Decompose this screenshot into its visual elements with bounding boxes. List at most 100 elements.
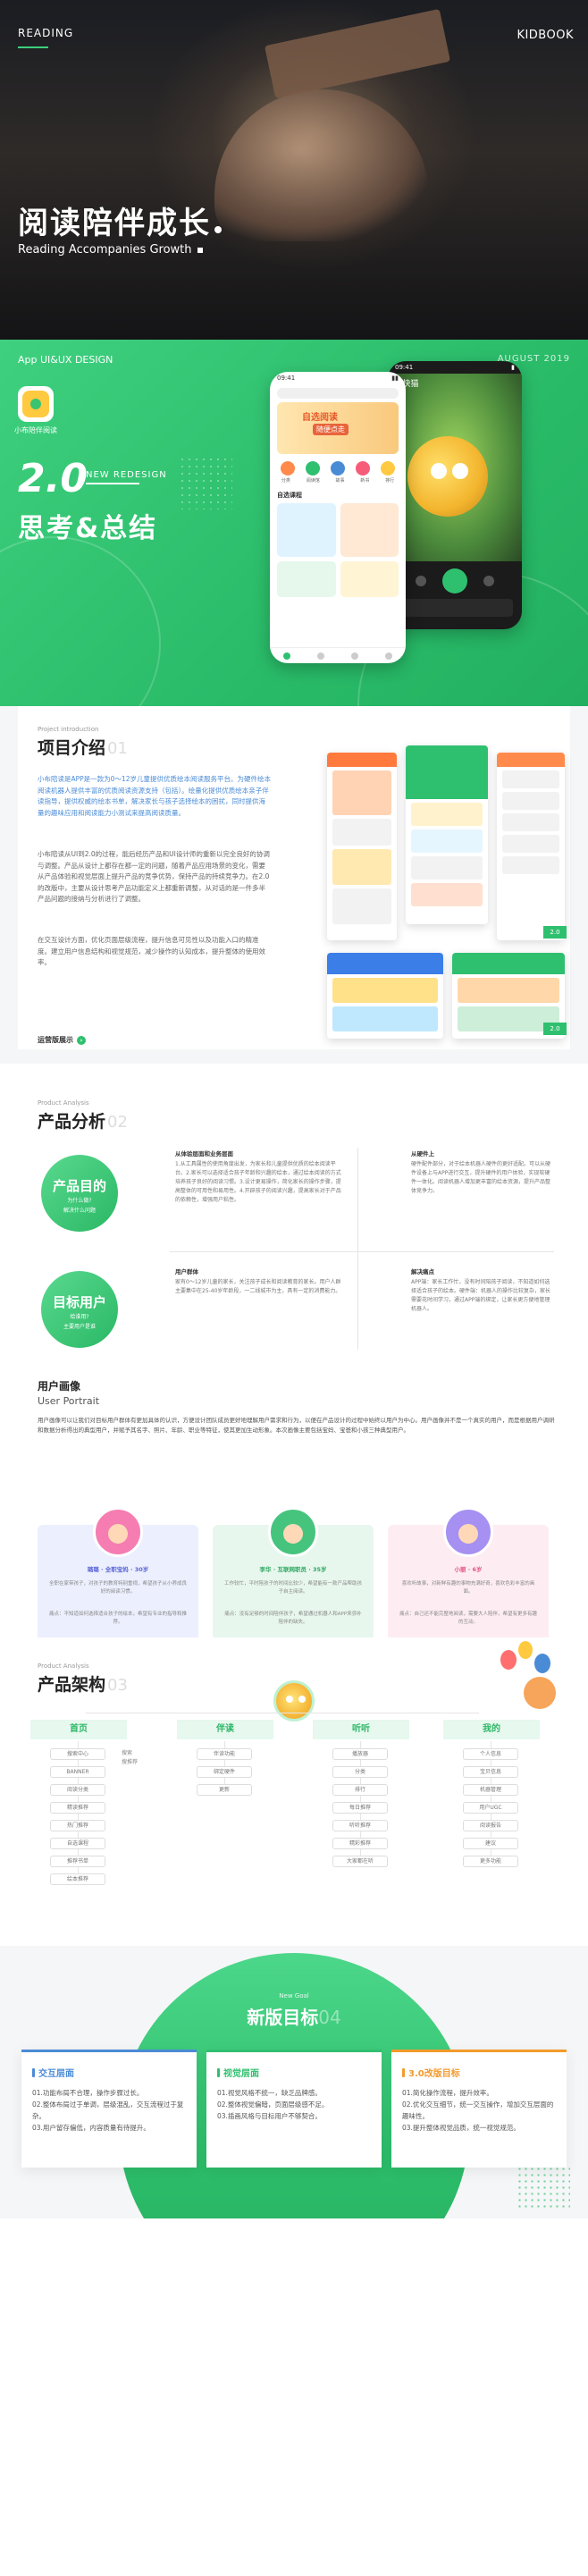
persona-name: 小丽 · 6岁 bbox=[454, 1566, 483, 1573]
hero-section: READING KIDBOOK 阅读陪伴成长 Reading Accompani… bbox=[0, 0, 588, 340]
intro-title-text: 项目介绍 bbox=[38, 738, 106, 758]
course-card[interactable] bbox=[277, 503, 336, 557]
goal-card-interaction: 交互层面 01.功能布局不合理，操作步骤过长。 02.整体布局过于单调，层级混乱… bbox=[21, 2050, 197, 2168]
goals-number: 04 bbox=[318, 2007, 341, 2028]
persona-bio: 全职在家带孩子，对孩子的教育特别重视，希望孩子从小养成良好的阅读习惯。 bbox=[48, 1581, 187, 1595]
col1-head: 从体验层面和业务层面 bbox=[175, 1150, 233, 1158]
persona-name: 李华 · 互联网职员 · 35岁 bbox=[259, 1566, 327, 1573]
arch-node: BANNER bbox=[50, 1766, 105, 1778]
arrow-right-icon: › bbox=[77, 1035, 86, 1045]
home-banner-title: 自选阅读 bbox=[302, 413, 338, 423]
arch-node: 热门推荐 bbox=[50, 1820, 105, 1831]
intro-paragraph-3: 在交互设计方面，优化页面层级流程，提升信息可见性以及功能入口的精准度。建立用户信… bbox=[38, 936, 265, 966]
home-banner[interactable]: 自选阅读 随便点走 bbox=[277, 402, 399, 454]
target-sub-1: 给谁用? bbox=[70, 1314, 89, 1320]
home-course-cards bbox=[277, 503, 399, 557]
target-title: 目标用户 bbox=[52, 1294, 106, 1310]
analysis-col-1: 从体验层面和业务层面 1.从工具属性的使用角度出发，为家长和儿童提供优质的绘本阅… bbox=[175, 1149, 345, 1205]
category-icon[interactable] bbox=[306, 461, 320, 476]
goal-line: 03.提升整体视觉品质，统一视觉规范。 bbox=[402, 2124, 520, 2132]
balloon-image bbox=[534, 1654, 550, 1673]
product-architecture-section: Product Analysis 产品架构 03 首页 搜索中心 BANNER 阅读分类… bbox=[0, 1637, 588, 1946]
category-label: 故事 bbox=[335, 478, 345, 484]
goals-title: 新版目标04 bbox=[0, 2003, 588, 2029]
balloon-image bbox=[500, 1650, 517, 1670]
tab-read-icon[interactable] bbox=[317, 652, 324, 660]
arch-node: 用户UGC bbox=[463, 1802, 518, 1814]
category-icon[interactable] bbox=[356, 461, 370, 476]
screenshot-1 bbox=[327, 753, 397, 940]
analysis-small-label: Product Analysis bbox=[38, 1099, 89, 1107]
arch-node: 推荐书单 bbox=[50, 1856, 105, 1867]
tab-listen-icon[interactable] bbox=[351, 652, 358, 660]
col4-head: 解决痛点 bbox=[411, 1268, 434, 1275]
arch-node: 绑定硬件 bbox=[197, 1766, 252, 1778]
hero-title-text: 阅读陪伴成长 bbox=[18, 206, 211, 241]
goals-small-label: New Goal bbox=[279, 1992, 309, 1999]
arch-node: 自选课程 bbox=[50, 1838, 105, 1849]
operation-version-link[interactable]: 运营版展示 › bbox=[38, 1035, 86, 1045]
arch-node: 个人信息 bbox=[463, 1748, 518, 1760]
arch-node: 更多功能 bbox=[463, 1856, 518, 1867]
arch-node: 每日推荐 bbox=[332, 1802, 388, 1814]
target-sub-2: 主要用户是谁 bbox=[63, 1324, 96, 1330]
arch-title-text: 产品架构 bbox=[38, 1675, 106, 1695]
status-time: 09:41 bbox=[277, 375, 296, 382]
app-design-label: App UI&UX DESIGN bbox=[18, 354, 113, 366]
persona-pain: 痛点：没有足够的时间陪伴孩子，希望通过机器人和APP来弥补陪伴的缺失。 bbox=[224, 1612, 362, 1625]
analysis-title-text: 产品分析 bbox=[38, 1112, 106, 1132]
category-icon[interactable] bbox=[331, 461, 345, 476]
prev-icon[interactable] bbox=[416, 576, 426, 586]
analysis-number: 02 bbox=[107, 1113, 128, 1132]
player-controls bbox=[388, 568, 522, 593]
goal-card-title: 视觉层面 bbox=[223, 2069, 259, 2079]
hero-title: 阅读陪伴成长 bbox=[18, 198, 222, 242]
col4-text: APP端：家长工作忙，没有时间陪孩子阅读，不知道如何选择适合孩子的绘本。硬件端：… bbox=[411, 1279, 551, 1312]
goal-card-text: 01.功能布局不合理，操作步骤过长。 02.整体布局过于单调，层级混乱，交互流程… bbox=[32, 2087, 186, 2134]
more-link-text: 运营版展示 bbox=[38, 1036, 73, 1044]
category-label: 分类 bbox=[281, 478, 290, 484]
course-card[interactable] bbox=[340, 503, 399, 557]
arch-node: 建议 bbox=[463, 1838, 518, 1849]
tab-mine-icon[interactable] bbox=[385, 652, 392, 660]
tab-home-icon[interactable] bbox=[283, 652, 290, 660]
home-category-labels: 分类 阅读馆 故事 新书 排行 bbox=[273, 477, 402, 484]
arch-small-label: Product Analysis bbox=[38, 1663, 89, 1670]
arch-node: 宝贝信息 bbox=[463, 1766, 518, 1778]
reading-underline bbox=[18, 46, 48, 48]
category-label: 排行 bbox=[385, 478, 395, 484]
arch-node: 精读推荐 bbox=[50, 1802, 105, 1814]
arch-node: 分类 bbox=[332, 1766, 388, 1778]
hero-subtitle: Reading Accompanies Growth bbox=[18, 243, 203, 257]
home-category-icons bbox=[275, 461, 400, 476]
goals-title-text: 新版目标 bbox=[247, 2007, 319, 2028]
player-mini-bar[interactable] bbox=[397, 599, 513, 617]
home-search-bar[interactable] bbox=[277, 388, 399, 399]
goal-line: 01.功能布局不合理，操作步骤过长。 bbox=[32, 2089, 144, 2097]
duck-mascot-icon bbox=[273, 1680, 315, 1722]
goal-card-text: 01.简化操作流程，提升效率。 02.优化交互细节，统一交互操作，增加交互层面的… bbox=[402, 2087, 556, 2134]
intro-title: 项目介绍 01 bbox=[38, 735, 128, 759]
arch-node: 更新 bbox=[197, 1784, 252, 1796]
next-icon[interactable] bbox=[483, 576, 494, 586]
dot-pattern bbox=[179, 456, 232, 509]
goal-line: 01.简化操作流程，提升效率。 bbox=[402, 2089, 493, 2097]
category-icon[interactable] bbox=[281, 461, 295, 476]
phone-mockup-player: 09:41 ▮ ‹ 快猫 bbox=[388, 361, 522, 629]
goal-card-title: 3.0改版目标 bbox=[408, 2069, 460, 2079]
home-banner-tag: 随便点走 bbox=[313, 424, 349, 435]
play-icon[interactable] bbox=[442, 568, 467, 593]
arch-node: 精彩推荐 bbox=[332, 1838, 388, 1849]
home-course-cards-2 bbox=[277, 561, 399, 597]
arch-node: 播放器 bbox=[332, 1748, 388, 1760]
arch-node: 搜索中心 bbox=[50, 1748, 105, 1760]
avatar bbox=[443, 1507, 493, 1557]
category-icon[interactable] bbox=[381, 461, 395, 476]
redesign-label: NEW REDESIGN bbox=[86, 470, 167, 480]
arch-node: 绘本推荐 bbox=[50, 1873, 105, 1885]
persona-card-dad: 李华 · 互联网职员 · 35岁 工作较忙，平时陪孩子的时间比较少，希望能有一款… bbox=[213, 1507, 374, 1637]
reading-text: READING bbox=[18, 27, 74, 39]
goal-card-text: 01.视觉风格不统一，缺乏品牌感。 02.整体视觉偏暗，页面层级感不足。 03.… bbox=[217, 2087, 371, 2122]
course-card[interactable] bbox=[277, 561, 336, 597]
course-card[interactable] bbox=[340, 561, 399, 597]
